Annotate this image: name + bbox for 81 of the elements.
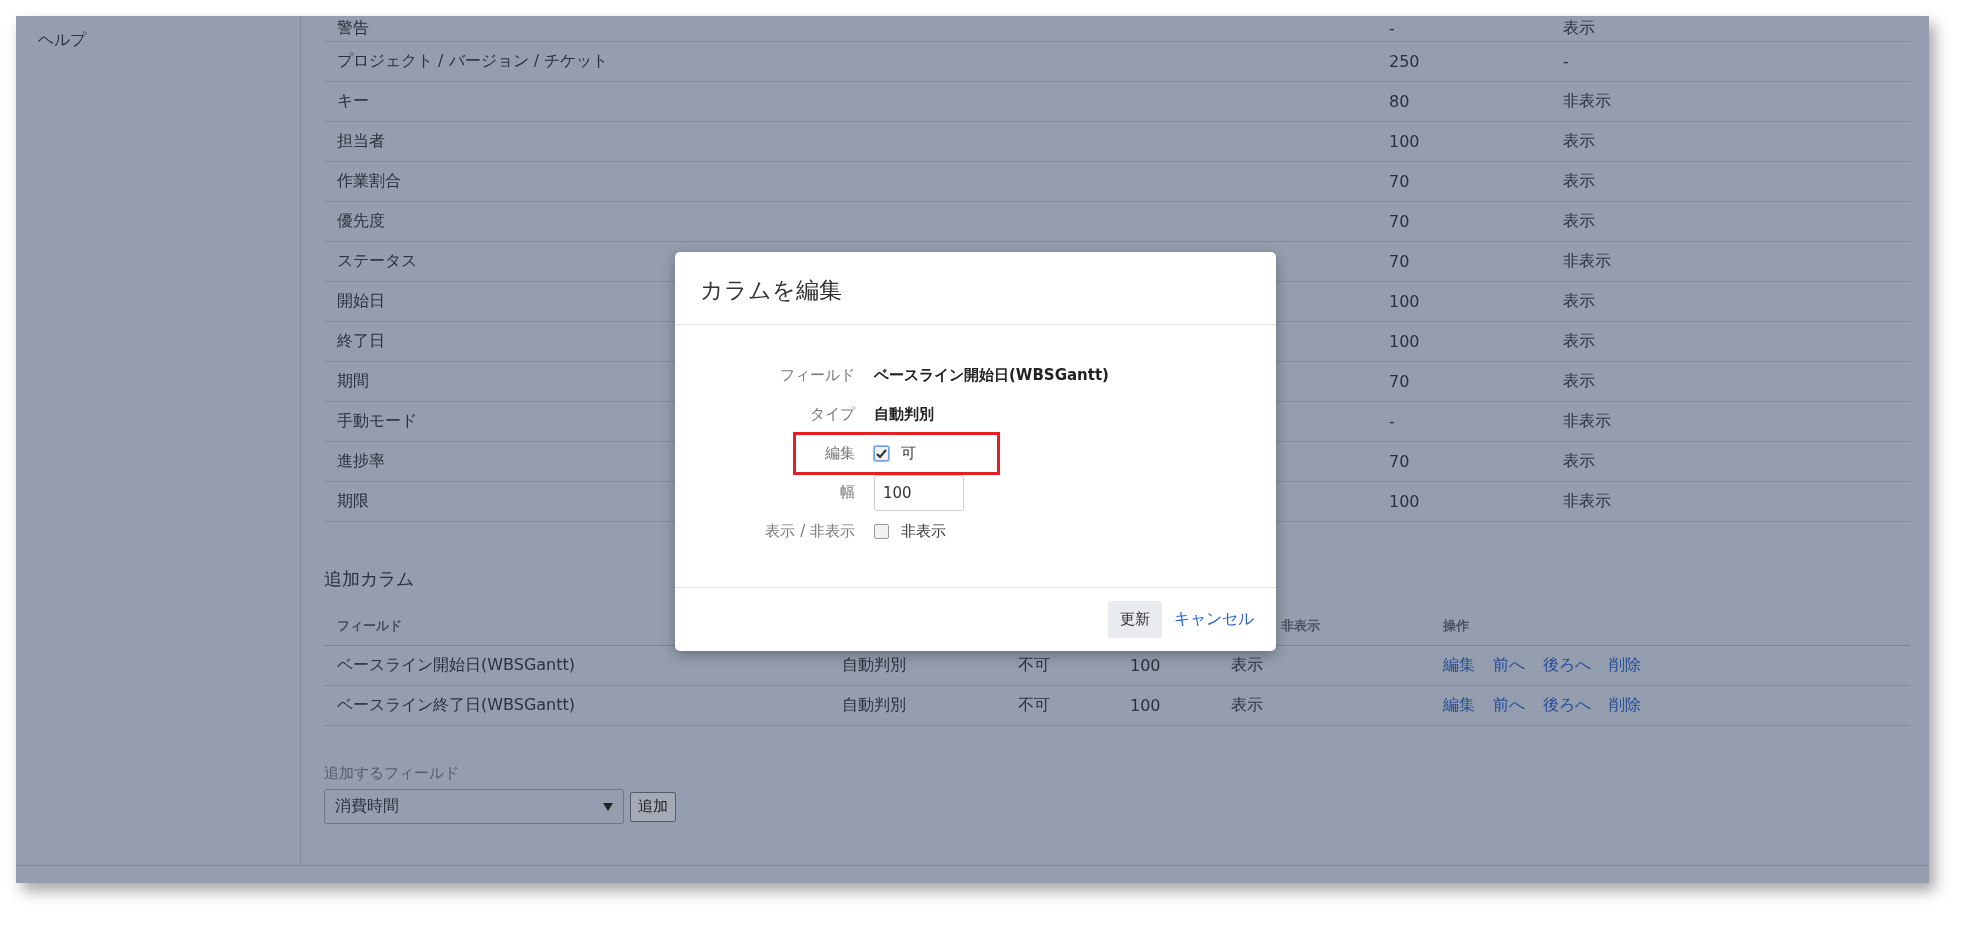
table-cell-text: - <box>1389 412 1396 431</box>
width-input[interactable]: 100 <box>874 474 964 511</box>
table-cell: キー <box>337 91 369 110</box>
action-link[interactable]: 後ろへ <box>1543 655 1591 676</box>
action-link[interactable]: 後ろへ <box>1543 695 1591 716</box>
table-cell-text: 非表示 <box>1563 411 1612 432</box>
table-cell-text: 70 <box>1389 252 1411 271</box>
table-cell-text: - <box>1563 52 1570 71</box>
table-cell-text: 表示 <box>1563 171 1596 192</box>
field-label: 追加するフィールド <box>324 764 460 783</box>
table-cell: 作業割合 <box>337 171 401 190</box>
table-cell-text: 100 <box>1389 132 1421 151</box>
form-label: 幅 <box>839 483 856 502</box>
table-cell: 自動判別 <box>842 695 906 714</box>
checkbox-label: 非表示 <box>901 522 946 541</box>
column-header: 操作 <box>1443 616 1470 635</box>
table-cell-text: 不可 <box>1018 655 1051 676</box>
action-link[interactable]: 削除 <box>1609 655 1641 676</box>
table-cell-text: - <box>1389 19 1396 38</box>
checkbox[interactable] <box>874 524 889 539</box>
table-cell-text: 100 <box>1389 332 1421 351</box>
table-cell: 警告 <box>337 18 369 37</box>
field-value: ベースライン開始日(WBSGantt) <box>874 366 1109 385</box>
column-header: 非表示 <box>1281 617 1320 633</box>
table-cell: 手動モード <box>337 411 417 430</box>
table-cell: プロジェクト / バージョン / チケット <box>337 51 609 70</box>
table-cell-text: 表示 <box>1563 371 1596 392</box>
table-cell: ステータス <box>337 251 417 270</box>
action-link[interactable]: 編集 <box>1443 655 1475 676</box>
action-link[interactable]: 削除 <box>1609 695 1641 716</box>
section-heading: 追加カラム <box>324 567 415 591</box>
table-cell-text: 不可 <box>1018 695 1051 716</box>
table-cell-text: 表示 <box>1563 18 1596 39</box>
action-link[interactable]: 前へ <box>1493 655 1525 676</box>
table-cell-text: 80 <box>1389 92 1411 111</box>
table-cell: ベースライン開始日(WBSGantt) <box>337 655 576 674</box>
caret-icon <box>603 802 613 811</box>
table-cell-text: 表示 <box>1563 291 1596 312</box>
table-cell-text: 表示 <box>1563 211 1596 232</box>
form-label: タイプ <box>809 405 857 424</box>
form-label: フィールド <box>779 366 856 385</box>
field-value: 自動判別 <box>874 405 934 424</box>
checkbox[interactable] <box>874 446 889 461</box>
table-cell-text: 表示 <box>1563 451 1596 472</box>
table-cell-text: 表示 <box>1563 331 1596 352</box>
table-cell: 期間 <box>337 371 369 390</box>
table-cell-text: 100 <box>1130 656 1162 675</box>
table-cell-text: 100 <box>1389 292 1421 311</box>
table-cell-text: 表示 <box>1231 695 1264 716</box>
sidebar-item[interactable]: ヘルプ <box>38 30 300 51</box>
table-cell-text: 250 <box>1389 52 1421 71</box>
form-label: 表示 / 非表示 <box>764 522 856 541</box>
table-cell: 進捗率 <box>337 451 385 470</box>
table-cell-text: 表示 <box>1563 131 1596 152</box>
table-cell: 期限 <box>337 491 369 510</box>
form-label: 編集 <box>824 444 856 463</box>
add-button[interactable]: 追加 <box>630 791 676 822</box>
table-cell-text: 100 <box>1130 696 1162 715</box>
action-link[interactable]: 前へ <box>1493 695 1525 716</box>
dialog-title: カラムを編集 <box>675 252 1276 325</box>
table-cell-text: 非表示 <box>1563 91 1612 112</box>
table-cell: ベースライン終了日(WBSGantt) <box>337 695 576 714</box>
table-cell: 終了日 <box>337 331 385 350</box>
checkbox-label: 可 <box>901 444 916 463</box>
table-cell-text: 非表示 <box>1563 251 1612 272</box>
column-header: フィールド <box>337 617 402 633</box>
table-cell: 自動判別 <box>842 655 906 674</box>
table-cell-text: 70 <box>1389 172 1411 191</box>
table-cell: 開始日 <box>337 291 385 310</box>
table-cell: 優先度 <box>337 211 385 230</box>
table-cell: 担当者 <box>337 131 385 150</box>
action-link[interactable]: 編集 <box>1443 695 1475 716</box>
table-cell-text: 70 <box>1389 372 1411 391</box>
update-button[interactable]: 更新 <box>1108 601 1162 638</box>
table-cell-text: 70 <box>1389 452 1411 471</box>
table-cell-text: 100 <box>1389 492 1421 511</box>
table-cell-text: 表示 <box>1231 655 1264 676</box>
table-cell-text: 70 <box>1389 212 1411 231</box>
table-cell-text: 非表示 <box>1563 491 1612 512</box>
cancel-link[interactable]: キャンセル <box>1174 609 1254 630</box>
field-select[interactable]: 消費時間 <box>324 789 624 824</box>
